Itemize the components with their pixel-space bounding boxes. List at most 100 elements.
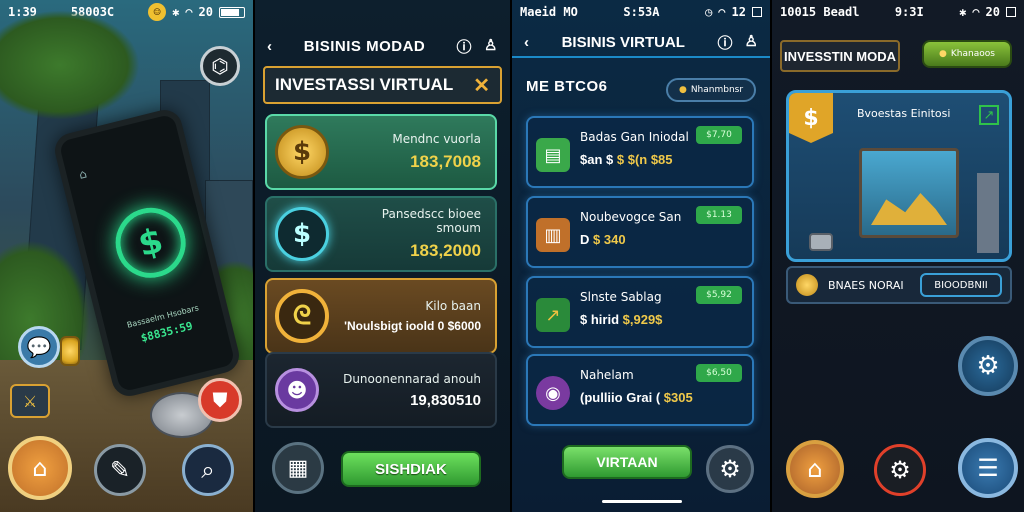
coin-stack	[809, 233, 833, 251]
package-icon[interactable]: ▦	[272, 442, 324, 494]
pill-label: Nhanmbnsr	[690, 85, 744, 95]
card-name: Mendnc vuorla	[392, 132, 481, 146]
dollar-icon: $	[275, 207, 329, 261]
price-tag[interactable]: $1.13	[696, 206, 742, 224]
home-icon: ⌂	[807, 455, 823, 483]
status-bar: Maeid MO S:53A ◷ ◠ 12	[512, 0, 770, 24]
card-value: 'Noulsbigt ioold 0 $6000	[344, 319, 481, 333]
card-value-row: D $ 340	[580, 232, 626, 247]
price-tag[interactable]: $5,92	[696, 286, 742, 304]
main-action-button[interactable]: VIRTAAN	[562, 445, 692, 479]
card-name: Slnste Sablag	[580, 290, 662, 304]
home-button[interactable]: ⌂	[786, 440, 844, 498]
business-card[interactable]: ▥ Noubevogce San D $ 340 $1.13	[526, 196, 754, 268]
coin-icon: ●	[678, 85, 687, 95]
tools-button[interactable]: ✎	[94, 444, 146, 496]
cash-stack-icon: ▤	[536, 138, 570, 172]
card-value: $,929$	[622, 312, 663, 327]
page-title: BISINIS VIRTUAL	[561, 33, 685, 51]
strip-label: BNAES NORAI	[828, 278, 904, 292]
status-bar: 10015 Beadl 9:3I ✱ ◠ 20	[772, 0, 1024, 24]
search-icon: ⌕	[201, 456, 215, 484]
home-button[interactable]: ⌂	[8, 436, 72, 500]
sword-icon[interactable]: ⚔	[10, 384, 50, 418]
section-title-box: INVESSTIN MODA	[780, 40, 900, 72]
external-link-icon[interactable]: ↗	[979, 105, 999, 125]
battery-label: 20	[198, 5, 213, 19]
status-carrier: Beadl	[823, 5, 860, 19]
battery-label: 20	[985, 5, 1000, 19]
balance-pill[interactable]: ● Nhanmbnsr	[666, 78, 756, 102]
battery-label: 12	[731, 5, 746, 19]
card-value: $ 340	[593, 232, 626, 247]
investment-card[interactable]: $ Mendnc vuorla 183,7008	[265, 114, 497, 190]
panel-splash: 1:39 58003C ☺ ✱ ◠ 20 ⌬ ⌂ $ Bassaelm Hsob…	[0, 0, 253, 512]
coin-stack	[60, 336, 80, 366]
business-card[interactable]: ↗ Slnste Sablag $ hirid $,929$ $5,92	[526, 276, 754, 348]
info-icon[interactable]: ⓘ	[718, 32, 733, 53]
close-icon[interactable]: ✕	[473, 73, 490, 98]
battery-icon	[219, 6, 245, 18]
card-value-prefix: (pulliio Grai (	[580, 390, 661, 405]
back-arrow-icon[interactable]: ‹	[267, 38, 273, 55]
card-name: Nahelam	[580, 368, 634, 382]
status-carrier: Maeid	[520, 5, 557, 19]
panel-business-virtual: Maeid MO S:53A ◷ ◠ 12 ‹ BISINIS VIRTUAL …	[512, 0, 770, 512]
tools-icon: ✎	[109, 456, 131, 484]
gold-coin-icon: $	[275, 125, 329, 179]
investment-card[interactable]: ᘓ Kilo baan 'Noulsbigt ioold 0 $6000	[265, 278, 497, 354]
card-value: 183,2000	[410, 241, 481, 260]
lock-icon[interactable]: ⌬	[200, 46, 240, 86]
section-subtitle: ME BTCO6	[526, 78, 608, 95]
section-title: INVESTASSI VIRTUAL	[275, 75, 454, 94]
chat-icon[interactable]: 💬	[18, 326, 60, 368]
card-name: Kilo baan	[425, 299, 481, 313]
panel-business-mode: ‹ BISINIS MODAD ⓘ ♙ INVESTASSI VIRTUAL ✕…	[255, 0, 510, 512]
chart-icon: ↗	[536, 298, 570, 332]
price-tag[interactable]: $6,50	[696, 364, 742, 382]
back-arrow-icon[interactable]: ‹	[524, 34, 529, 51]
top-action-button[interactable]: ● Khanaoos	[922, 40, 1012, 68]
menu-button[interactable]: ☰	[958, 438, 1018, 498]
investment-feature-card[interactable]: $ Bvoestas Einitosi ↗	[786, 90, 1012, 262]
header: ‹ BISINIS VIRTUAL ⓘ ♙	[512, 28, 770, 58]
wifi-icon: ◠	[972, 5, 980, 19]
home-indicator	[602, 500, 682, 503]
settings-gear-icon[interactable]: ⚙	[706, 445, 754, 493]
settings-gear-icon[interactable]: ⚙	[958, 336, 1018, 396]
list-icon: ☰	[977, 454, 999, 482]
wifi-icon: ◠	[185, 5, 193, 19]
search-button[interactable]: ⌕	[182, 444, 234, 496]
investment-card[interactable]: ☻ Dunoonennarad anouh 19,830510	[265, 352, 497, 428]
user-icon[interactable]: ♙	[745, 32, 758, 53]
settings-button[interactable]: ⚙	[874, 444, 926, 496]
header: ‹ BISINIS MODAD ⓘ ♙	[255, 28, 510, 64]
price-tag[interactable]: $7,70	[696, 126, 742, 144]
info-icon[interactable]: ⓘ	[457, 36, 473, 57]
page-title: BISINIS MODAD	[303, 37, 426, 55]
card-value-row: (pulliio Grai ( $305	[580, 390, 693, 405]
status-time: 10015	[780, 5, 817, 19]
card-name: Noubevogce San	[580, 210, 682, 224]
character-icon: ☻	[275, 368, 319, 412]
gear-icon: ⚙	[889, 456, 911, 484]
panel-investment-mode: 10015 Beadl 9:3I ✱ ◠ 20 INVESSTIN MODA ●…	[772, 0, 1024, 512]
section-title: INVESSTIN MODA	[784, 48, 896, 64]
status-network: MO	[563, 5, 578, 19]
card-value-prefix: $ hirid	[580, 312, 620, 327]
investment-card[interactable]: $ Pansedscc bioee smoum 183,2000	[265, 196, 497, 272]
status-clock: 9:3I	[894, 5, 924, 19]
phone-lock-icon: ⌂	[77, 166, 89, 182]
palm-tree	[0, 10, 140, 120]
home-icon: ⌂	[32, 454, 48, 482]
business-card[interactable]: ◉ Nahelam (pulliio Grai ( $305 $6,50	[526, 354, 754, 426]
main-action-button[interactable]: SISHDIAK	[341, 451, 481, 487]
user-icon[interactable]: ♙	[484, 36, 498, 57]
emoji-icon: ☺	[148, 3, 167, 21]
business-card[interactable]: ▤ Badas Gan Iniodal $an $ $ $(n $85 $7,7…	[526, 116, 754, 188]
bluetooth-icon: ✱	[172, 5, 180, 19]
info-strip: BNAES NORAI BIOODBNII	[786, 266, 1012, 304]
top-action-label: Khanaoos	[950, 49, 995, 59]
shield-icon[interactable]: ⛊	[198, 378, 242, 422]
strip-button[interactable]: BIOODBNII	[920, 273, 1002, 297]
